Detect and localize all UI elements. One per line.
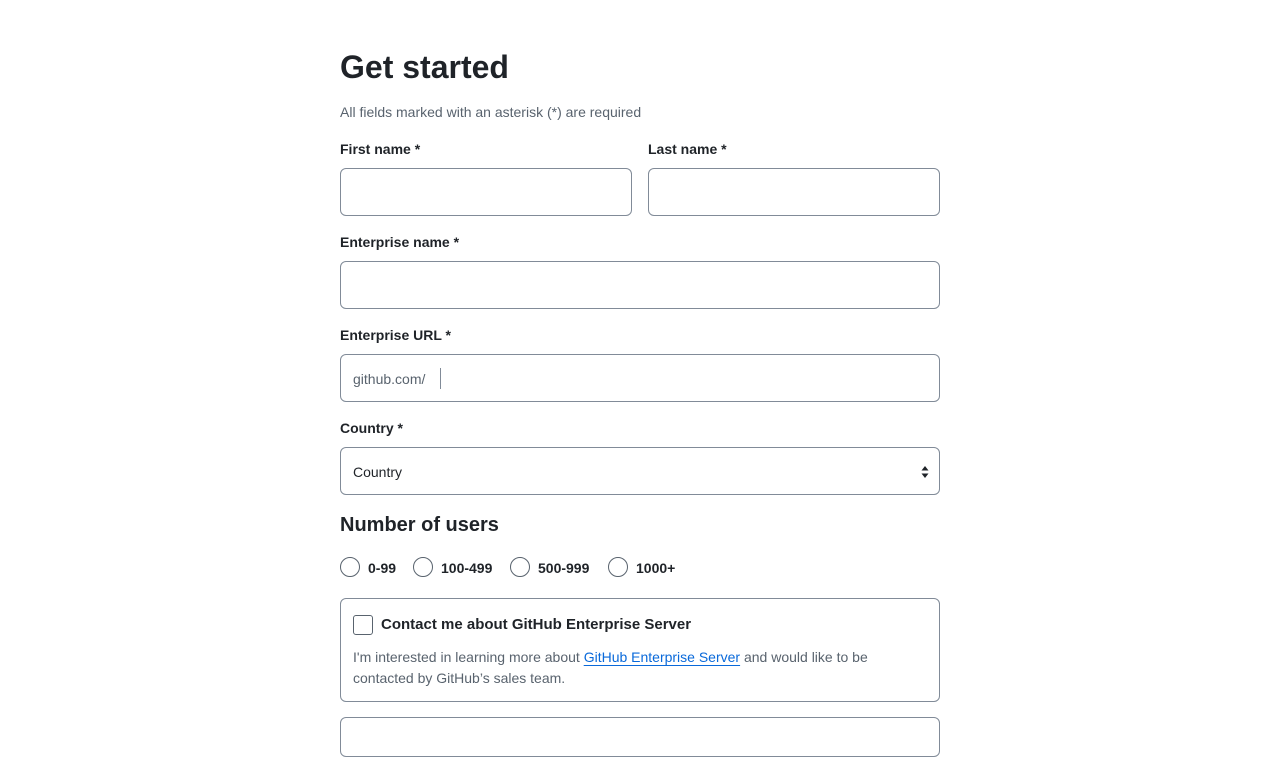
contact-description: I'm interested in learning more about Gi… xyxy=(353,647,913,689)
required-fields-hint: All fields marked with an asterisk (*) a… xyxy=(340,104,642,120)
users-option-500-999[interactable]: 500-999 xyxy=(510,556,589,578)
radio-circle-icon[interactable] xyxy=(340,557,360,577)
radio-label: 100-499 xyxy=(441,560,493,576)
country-select-value: Country xyxy=(353,464,403,480)
last-name-label: Last name * xyxy=(648,141,727,157)
users-option-100-499[interactable]: 100-499 xyxy=(413,556,492,578)
radio-circle-icon[interactable] xyxy=(510,557,530,577)
page-title: Get started xyxy=(340,49,509,85)
first-name-input[interactable] xyxy=(340,168,632,216)
next-section-box xyxy=(340,717,940,757)
country-select[interactable]: Country xyxy=(340,447,940,495)
contact-title: Contact me about GitHub Enterprise Serve… xyxy=(381,616,692,633)
enterprise-url-label: Enterprise URL * xyxy=(340,327,451,343)
radio-label: 500-999 xyxy=(538,560,590,576)
enterprise-name-input[interactable] xyxy=(340,261,940,309)
country-label: Country * xyxy=(340,420,403,436)
users-option-0-99[interactable]: 0-99 xyxy=(340,556,396,578)
number-of-users-title: Number of users xyxy=(340,514,499,536)
enterprise-url-prefix: github.com/ xyxy=(353,371,426,387)
contact-checkbox[interactable] xyxy=(353,615,373,635)
enterprise-url-divider xyxy=(440,368,441,389)
last-name-input[interactable] xyxy=(648,168,940,216)
users-option-1000-plus[interactable]: 1000+ xyxy=(608,556,675,578)
radio-label: 0-99 xyxy=(368,560,397,576)
contact-enterprise-server-box: Contact me about GitHub Enterprise Serve… xyxy=(340,598,940,702)
enterprise-url-input[interactable] xyxy=(445,356,925,400)
contact-desc-before: I'm interested in learning more about xyxy=(353,649,584,665)
radio-circle-icon[interactable] xyxy=(413,557,433,577)
github-enterprise-server-link[interactable]: GitHub Enterprise Server xyxy=(584,649,740,665)
caret-up-down-icon xyxy=(921,466,929,478)
number-of-users-options: 0-99 100-499 500-999 1000+ xyxy=(340,556,940,578)
radio-circle-icon[interactable] xyxy=(608,557,628,577)
first-name-label: First name * xyxy=(340,141,421,157)
radio-label: 1000+ xyxy=(636,560,676,576)
enterprise-name-label: Enterprise name * xyxy=(340,234,460,250)
enterprise-url-field[interactable]: github.com/ xyxy=(340,354,940,402)
